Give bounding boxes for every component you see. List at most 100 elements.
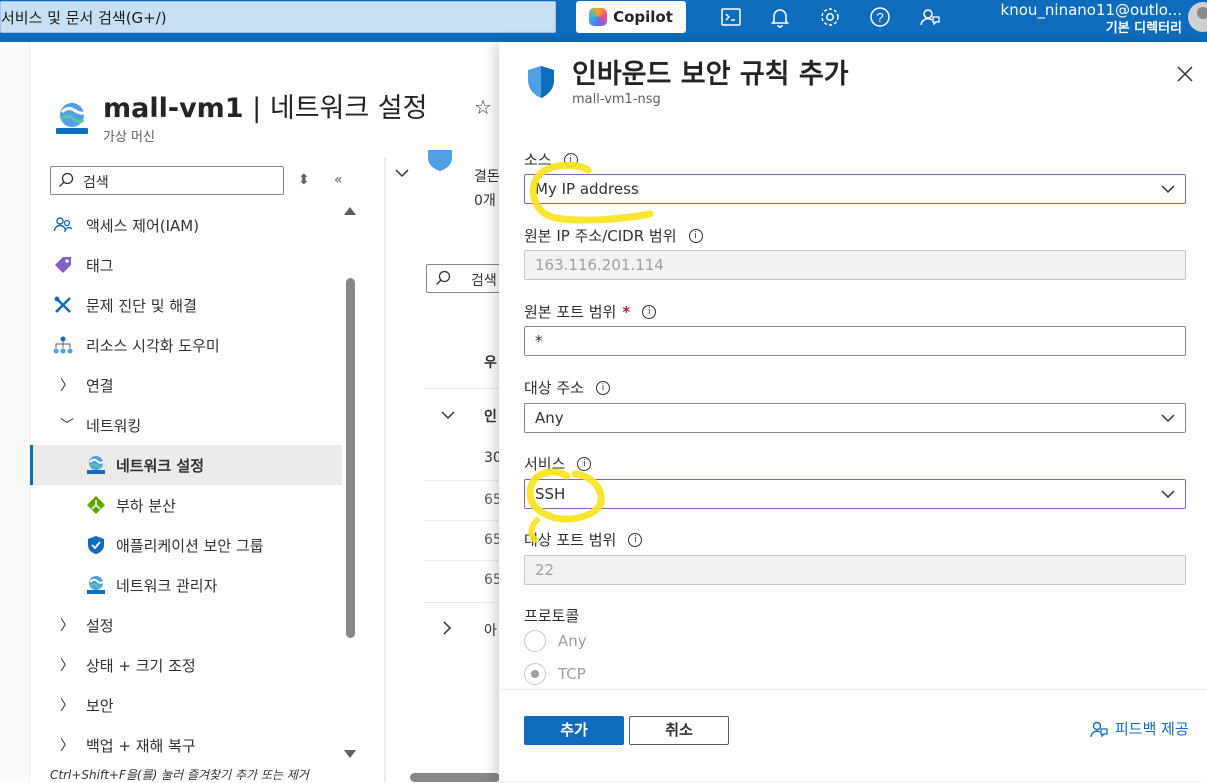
table-row[interactable]: 65 xyxy=(484,572,500,588)
cancel-button[interactable]: 취소 xyxy=(629,716,729,745)
sidebar-item-app-security-groups[interactable]: 애플리케이션 보안 그룹 xyxy=(30,525,360,565)
cloud-shell-icon[interactable] xyxy=(719,5,743,29)
rules-list-pane: 결돈 0개 검색 우 인 30 65 65 65 아 xyxy=(386,140,500,782)
sidebar-item-label: 네트워크 설정 xyxy=(116,456,205,475)
add-inbound-rule-panel: 인바운드 보안 규칙 추가 mall-vm1-nsg 소스 i My IP add… xyxy=(499,42,1207,782)
add-button[interactable]: 추가 xyxy=(524,716,624,745)
sidebar-item-security[interactable]: 〉 보안 xyxy=(30,685,360,725)
sort-icon[interactable]: ⬍ xyxy=(298,172,310,188)
favorite-star-icon[interactable]: ☆ xyxy=(474,95,492,119)
help-icon[interactable]: ? xyxy=(868,5,892,29)
row-divider xyxy=(424,480,500,481)
load-balancer-icon xyxy=(86,495,106,515)
chevron-down-icon: ﹀ xyxy=(60,418,74,434)
collapse-menu-icon[interactable]: « xyxy=(334,172,343,188)
sidebar-item-label: 설정 xyxy=(86,616,114,635)
rules-search-input[interactable]: 검색 xyxy=(426,264,500,293)
info-icon[interactable]: i xyxy=(688,228,703,243)
destination-port-label: 대상 포트 범위 i xyxy=(524,529,643,550)
protocol-option-any[interactable]: Any xyxy=(524,630,587,652)
chevron-down-icon xyxy=(1161,414,1175,423)
sidebar-item-networking[interactable]: ﹀ 네트워킹 xyxy=(30,405,360,445)
source-port-field[interactable]: * xyxy=(524,326,1186,356)
source-ip-label: 원본 IP 주소/CIDR 범위 i xyxy=(524,225,703,246)
scroll-down-icon[interactable] xyxy=(344,750,356,758)
sidebar-item-settings[interactable]: 〉 설정 xyxy=(30,605,360,645)
info-icon[interactable]: i xyxy=(595,380,610,395)
source-port-label: 원본 포트 범위 * i xyxy=(524,301,657,322)
notification-bell-icon[interactable] xyxy=(768,5,792,29)
portal-left-strip xyxy=(0,42,30,782)
gear-icon[interactable] xyxy=(818,5,842,29)
table-row[interactable]: 65 xyxy=(484,532,500,548)
global-search-input[interactable]: 서비스 및 문서 검색(G+/) xyxy=(0,1,556,33)
sidebar-item-label: 네트워킹 xyxy=(86,416,142,435)
page-subtitle: 가상 머신 xyxy=(103,130,155,145)
destination-dropdown[interactable]: Any xyxy=(524,403,1186,433)
sidebar-item-label: 애플리케이션 보안 그룹 xyxy=(116,536,264,555)
sidebar-item-health[interactable]: 〉 상태 + 크기 조정 xyxy=(30,645,360,685)
chevron-down-icon[interactable] xyxy=(394,168,410,180)
sidebar-item-label: 상태 + 크기 조정 xyxy=(86,656,196,675)
scroll-up-icon[interactable] xyxy=(344,207,356,215)
sidebar-item-label: 백업 + 재해 복구 xyxy=(86,736,196,755)
service-selected-value: SSH xyxy=(535,485,566,503)
table-row[interactable]: 65 xyxy=(484,492,500,508)
radio-button[interactable] xyxy=(524,630,546,652)
sidebar-item-label: 부하 분산 xyxy=(116,496,176,515)
service-label: 서비스 i xyxy=(524,453,592,474)
protocol-label: 프로토콜 xyxy=(524,607,580,625)
required-marker: * xyxy=(622,302,631,321)
chevron-right-icon: 〉 xyxy=(60,618,74,634)
copilot-button[interactable]: Copilot xyxy=(576,1,686,33)
info-icon[interactable]: i xyxy=(642,304,657,319)
people-icon xyxy=(53,215,73,235)
sidebar-item-diagnose[interactable]: 문제 진단 및 해결 xyxy=(30,285,360,325)
info-icon[interactable]: i xyxy=(628,532,643,547)
nsg-shield-icon xyxy=(528,66,554,98)
copilot-icon xyxy=(589,8,608,26)
account-email: knou_ninano11@outlo... xyxy=(1000,1,1182,19)
sidebar-item-network-settings[interactable]: 네트워크 설정 xyxy=(30,445,342,485)
source-dropdown[interactable]: My IP address xyxy=(524,174,1186,204)
sidebar-item-backup[interactable]: 〉 백업 + 재해 복구 xyxy=(30,725,360,765)
sidebar-item-tags[interactable]: 태그 xyxy=(30,245,360,285)
sidebar-item-label: 태그 xyxy=(86,256,114,275)
sidebar-item-iam[interactable]: 액세스 제어(IAM) xyxy=(30,205,360,245)
favorites-hint: Ctrl+Shift+F을(를) 눌러 즐겨찾기 추가 또는 제거 xyxy=(50,768,309,782)
chevron-down-icon[interactable] xyxy=(440,410,456,422)
chevron-right-icon[interactable] xyxy=(442,620,454,636)
info-icon[interactable]: i xyxy=(577,456,592,471)
sidebar-item-visualizer[interactable]: 리소스 시각화 도우미 xyxy=(30,325,360,365)
avatar[interactable] xyxy=(1188,2,1207,32)
search-icon xyxy=(59,172,74,187)
footer-divider xyxy=(499,689,1207,690)
destination-port-field[interactable]: 22 xyxy=(524,555,1186,585)
sidebar-item-load-balancing[interactable]: 부하 분산 xyxy=(30,485,360,525)
account-menu[interactable]: knou_ninano11@outlo... 기본 디렉터리 xyxy=(976,0,1182,42)
menu-search-input[interactable]: 검색 xyxy=(50,166,284,195)
summary-line-2: 0개 xyxy=(474,193,496,209)
row-divider xyxy=(424,388,500,389)
table-row[interactable]: 30 xyxy=(484,450,500,466)
close-icon[interactable] xyxy=(1175,64,1195,84)
service-dropdown[interactable]: SSH xyxy=(524,479,1186,509)
page-title: mall-vm1 | 네트워크 설정 xyxy=(103,93,428,124)
source-ip-field[interactable]: 163.116.201.114 xyxy=(524,250,1186,280)
protocol-option-tcp[interactable]: TCP xyxy=(524,663,586,685)
info-icon[interactable]: i xyxy=(563,152,578,167)
destination-label: 대상 주소 i xyxy=(524,377,610,398)
top-bar: 서비스 및 문서 검색(G+/) Copilot ? knou_ninano11… xyxy=(0,0,1207,42)
sidebar-item-connect[interactable]: 〉 연결 xyxy=(30,365,360,405)
scrollbar-thumb[interactable] xyxy=(346,278,355,638)
group-inbound-label: 인 xyxy=(484,409,497,425)
panel-subtitle: mall-vm1-nsg xyxy=(572,92,661,107)
feedback-link[interactable]: 피드백 제공 xyxy=(1089,718,1189,739)
feedback-icon[interactable] xyxy=(918,5,942,29)
radio-label: TCP xyxy=(558,665,586,683)
radio-button[interactable] xyxy=(524,663,546,685)
column-header-priority: 우 xyxy=(484,355,497,371)
menu-scrollbar[interactable] xyxy=(342,205,358,760)
sidebar-item-network-manager[interactable]: 네트워크 관리자 xyxy=(30,565,360,605)
horizontal-scrollbar-thumb[interactable] xyxy=(410,773,500,782)
